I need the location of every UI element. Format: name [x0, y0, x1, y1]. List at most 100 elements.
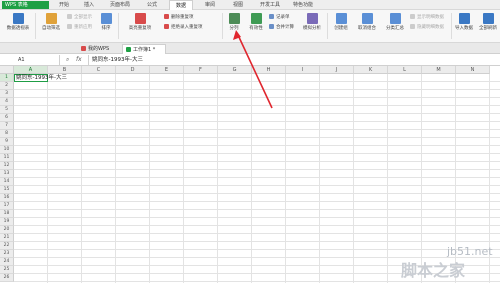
column-header-a[interactable]: A: [14, 66, 48, 74]
import-data-icon: [458, 13, 470, 24]
row-header-22[interactable]: 22: [0, 242, 14, 250]
formula-input[interactable]: 姚同东-1993年-大三: [88, 55, 500, 65]
row-header-14[interactable]: 14: [0, 178, 14, 186]
row-header-12[interactable]: 12: [0, 162, 14, 170]
reapply-button[interactable]: 重新应用: [67, 24, 92, 31]
row-header-8[interactable]: 8: [0, 130, 14, 138]
select-all-corner[interactable]: [0, 66, 14, 74]
grid-row-line: [14, 241, 500, 242]
watermark-brand: 脚本之家: [401, 261, 466, 280]
row-header-5[interactable]: 5: [0, 106, 14, 114]
column-header-c[interactable]: C: [82, 66, 116, 74]
hide-detail-icon: [410, 24, 415, 29]
import-data-button[interactable]: 导入数据: [453, 13, 475, 31]
row-header-20[interactable]: 20: [0, 226, 14, 234]
row-header-15[interactable]: 15: [0, 186, 14, 194]
ribbon-divider: [451, 13, 452, 39]
row-header-13[interactable]: 13: [0, 170, 14, 178]
refresh-all-icon: [482, 13, 494, 24]
grid-row-line: [14, 281, 500, 282]
reject-duplicates-button[interactable]: 拒绝录入重复项: [164, 24, 203, 31]
split-columns-button[interactable]: 分列: [225, 13, 243, 31]
column-header-l[interactable]: L: [388, 66, 422, 74]
row-header-9[interactable]: 9: [0, 138, 14, 146]
filter-icon: [45, 13, 57, 24]
sort-button[interactable]: 排序: [97, 13, 115, 31]
menu-tab-special[interactable]: 特色功能: [288, 0, 318, 10]
menu-tab-page-layout[interactable]: 页面布局: [104, 0, 136, 10]
highlight-duplicates-icon: [134, 13, 146, 24]
consolidate-button[interactable]: 合并计算: [269, 24, 294, 31]
create-group-button[interactable]: 创建组: [330, 13, 352, 31]
menu-tab-formulas[interactable]: 公式: [140, 0, 164, 10]
reapply-icon: [67, 24, 72, 29]
row-header-10[interactable]: 10: [0, 146, 14, 154]
name-box[interactable]: A1: [0, 55, 60, 65]
row-header-19[interactable]: 19: [0, 218, 14, 226]
column-header-b[interactable]: B: [48, 66, 82, 74]
hide-detail-button[interactable]: 隐藏明细数据: [410, 24, 444, 31]
column-header-h[interactable]: H: [252, 66, 286, 74]
validity-button[interactable]: 有效性: [245, 13, 267, 31]
highlight-duplicates-button[interactable]: 高亮重复项: [121, 13, 159, 31]
tab-my-wps[interactable]: 我的WPS: [78, 44, 118, 54]
ribbon: 数据透视表 自动筛选 全部显示 重新应用 排序 高亮重复项 删除重复项 拒绝录入…: [0, 10, 500, 43]
menu-tab-view[interactable]: 视图: [226, 0, 250, 10]
menu-tab-home[interactable]: 开始: [53, 0, 75, 10]
row-header-7[interactable]: 7: [0, 122, 14, 130]
document-tab-bar: 我的WPS 工作簿1 *: [0, 43, 500, 54]
ribbon-divider: [327, 13, 328, 39]
column-header-n[interactable]: N: [456, 66, 490, 74]
row-header-16[interactable]: 16: [0, 194, 14, 202]
column-header-d[interactable]: D: [116, 66, 150, 74]
row-header-2[interactable]: 2: [0, 82, 14, 90]
refresh-all-button[interactable]: 全部刷新: [477, 13, 499, 31]
row-header-24[interactable]: 24: [0, 258, 14, 266]
autofilter-button[interactable]: 自动筛选: [38, 13, 64, 31]
column-header-g[interactable]: G: [218, 66, 252, 74]
row-header-26[interactable]: 26: [0, 274, 14, 282]
row-header-11[interactable]: 11: [0, 154, 14, 162]
grid-row-line: [14, 233, 500, 234]
menu-tab-review[interactable]: 审阅: [198, 0, 222, 10]
grid-row-line: [14, 201, 500, 202]
row-header-17[interactable]: 17: [0, 202, 14, 210]
row-header-18[interactable]: 18: [0, 210, 14, 218]
row-header-6[interactable]: 6: [0, 114, 14, 122]
app-logo[interactable]: WPS 表格: [2, 1, 49, 9]
row-header-1[interactable]: 1: [0, 74, 14, 82]
grid-row-line: [14, 209, 500, 210]
cell-a1[interactable]: 姚同东-1993年-大三: [16, 74, 67, 82]
record-form-button[interactable]: 记录单: [269, 14, 290, 21]
column-header-i[interactable]: I: [286, 66, 320, 74]
column-header-f[interactable]: F: [184, 66, 218, 74]
grid-row-line: [14, 249, 500, 250]
column-header-e[interactable]: E: [150, 66, 184, 74]
fx-icon[interactable]: fx: [76, 55, 82, 65]
menu-tab-data[interactable]: 数据: [169, 0, 193, 10]
row-header-4[interactable]: 4: [0, 98, 14, 106]
ungroup-button[interactable]: 取消组合: [354, 13, 380, 31]
ungroup-icon: [361, 13, 373, 24]
column-header-m[interactable]: M: [422, 66, 456, 74]
spreadsheet-grid[interactable]: ABCDEFGHIJKLMN 1 2 3 4 5 6 7 8 9 10 11 12 13 14 15 16 17…: [0, 66, 500, 283]
show-all-button[interactable]: 全部显示: [67, 14, 92, 21]
tab-workbook1[interactable]: 工作簿1 *: [122, 44, 166, 54]
row-header-23[interactable]: 23: [0, 250, 14, 258]
row-header-25[interactable]: 25: [0, 266, 14, 274]
subtotal-button[interactable]: 分类汇总: [382, 13, 408, 31]
zoom-icon[interactable]: ⌕: [66, 55, 69, 65]
menu-tab-developer[interactable]: 开发工具: [255, 0, 285, 10]
delete-duplicates-button[interactable]: 删除重复项: [164, 14, 194, 21]
show-detail-button[interactable]: 显示明细数据: [410, 14, 444, 21]
what-if-analysis-icon: [306, 13, 318, 24]
column-header-k[interactable]: K: [354, 66, 388, 74]
row-header-3[interactable]: 3: [0, 90, 14, 98]
row-header-21[interactable]: 21: [0, 234, 14, 242]
column-header-j[interactable]: J: [320, 66, 354, 74]
menu-tab-insert[interactable]: 插入: [78, 0, 100, 10]
grid-row-line: [14, 225, 500, 226]
pivot-table-button[interactable]: 数据透视表: [3, 13, 33, 31]
what-if-analysis-button[interactable]: 模拟分析: [300, 13, 324, 31]
delete-duplicates-icon: [164, 14, 169, 19]
